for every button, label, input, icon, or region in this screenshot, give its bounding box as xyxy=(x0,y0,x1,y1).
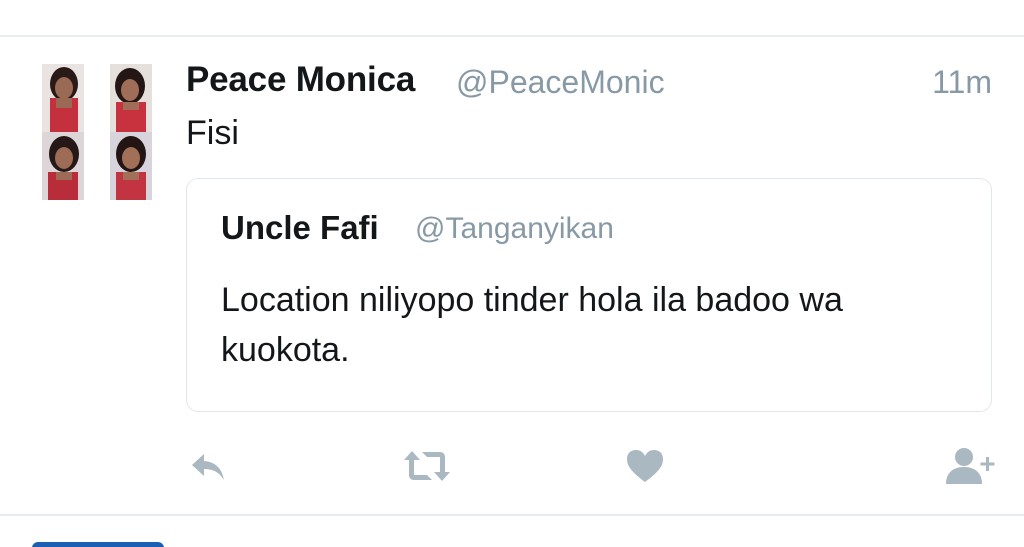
avatar-photo xyxy=(42,132,84,200)
next-tweet-remnant xyxy=(32,542,164,547)
reply-icon xyxy=(192,454,224,480)
reply-button[interactable] xyxy=(186,444,230,488)
author-name[interactable]: Peace Monica xyxy=(186,60,415,100)
retweet-button[interactable] xyxy=(402,444,452,488)
quoted-author-name: Uncle Fafi xyxy=(221,209,379,246)
tweet-timestamp[interactable]: 11m xyxy=(932,64,992,101)
tweet-text: Fisi xyxy=(186,114,239,152)
like-icon[interactable] xyxy=(872,0,972,6)
quoted-tweet-card[interactable]: Uncle Fafi @Tanganyikan Location niliyop… xyxy=(186,178,992,412)
avatar-photo xyxy=(42,64,84,132)
avatar[interactable] xyxy=(42,64,154,202)
reply-icon[interactable] xyxy=(26,0,48,4)
divider xyxy=(0,514,1024,516)
divider xyxy=(0,35,1024,37)
previous-tweet-remnant xyxy=(0,0,1024,36)
avatar-photo xyxy=(110,132,152,200)
like-button[interactable] xyxy=(624,444,666,488)
follow-button[interactable] xyxy=(944,444,996,488)
avatar-photo xyxy=(110,64,152,132)
like-icon xyxy=(627,450,663,482)
tweet-view: Peace Monica @PeaceMonic 11m Fisi Uncle … xyxy=(0,0,1024,547)
author-handle[interactable]: @PeaceMonic xyxy=(456,64,665,101)
follow-icon xyxy=(946,448,995,484)
quoted-author-handle: @Tanganyikan xyxy=(415,212,614,245)
quoted-tweet-text: Location niliyopo tinder hola ila badoo … xyxy=(221,281,843,369)
retweet-icon xyxy=(404,451,450,481)
